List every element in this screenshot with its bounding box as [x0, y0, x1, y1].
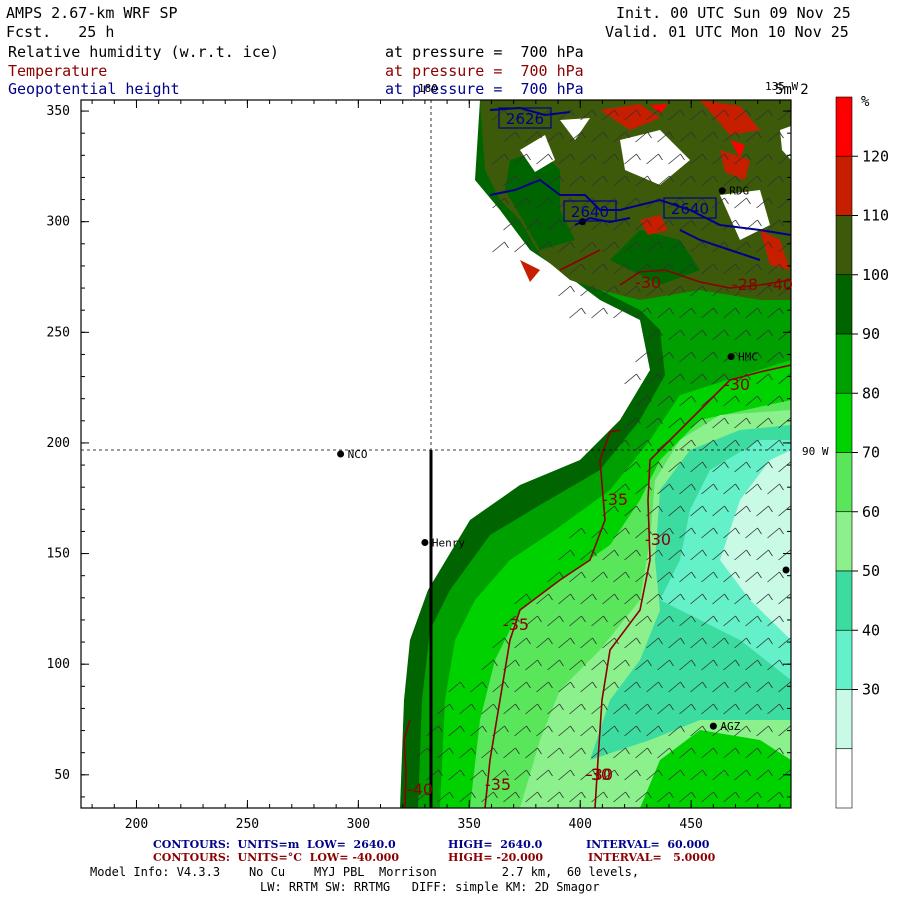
colorbar-segment [835, 511, 853, 572]
y-tick-label: 200 [47, 436, 70, 451]
colorbar-segment [835, 155, 853, 216]
x-tick-label: 400 [568, 817, 591, 832]
wind-barb [591, 307, 608, 319]
height-contour-label: 2640 [571, 203, 609, 221]
colorbar-segment [835, 215, 853, 276]
colorbar-label: 110 [862, 207, 889, 225]
height-contour-label: 2626 [506, 110, 544, 128]
colorbar-segment [835, 748, 853, 809]
colorbar-label: 60 [862, 503, 880, 521]
temperature-contour-label: -35 [485, 775, 511, 794]
wind-barb [492, 241, 509, 253]
model-info: Model Info: V4.3.3 No Cu MYJ PBL Morriso… [90, 865, 640, 879]
temperature-contour-label: -30 [587, 765, 613, 784]
colorbar-segment [835, 629, 853, 690]
station-label: NCO [348, 448, 368, 461]
height-contour-interval: INTERVAL= 60.000 [586, 838, 710, 851]
temperature-contour-label: -35 [503, 615, 529, 634]
colorbar-label: 70 [862, 444, 880, 462]
station-marker [421, 539, 429, 546]
y-tick-label: 150 [47, 547, 70, 562]
station-marker [727, 353, 735, 361]
temperature-contour-label: -40 [767, 275, 793, 294]
colorbar-segment [835, 274, 853, 335]
y-tick-label: 250 [47, 325, 70, 340]
colorbar-segment [835, 570, 853, 631]
station-label: RDG [729, 185, 749, 198]
colorbar-label: 50 [862, 562, 880, 580]
station-label: Henry [432, 537, 465, 550]
x-tick-label: 300 [347, 817, 370, 832]
temperature-contour-label: -30 [645, 530, 671, 549]
colorbar-label: 40 [862, 621, 880, 639]
colorbar-segment [835, 689, 853, 750]
humidity-colorbar: 120 110 100 90 80 70 60 50 40 30 [835, 96, 889, 809]
station-marker [709, 722, 717, 730]
station-label: HMC [738, 351, 758, 364]
meridian-180-label: 180 [418, 82, 438, 95]
wind-reference-label: 5m 2 [775, 82, 809, 98]
station-marker [337, 450, 345, 458]
y-tick-label: 350 [47, 104, 70, 119]
model-physics: LW: RRTM SW: RRTMG DIFF: simple KM: 2D S… [260, 880, 600, 894]
colorbar-unit: % [861, 94, 870, 110]
colorbar-label: 90 [862, 325, 880, 343]
wind-barb [558, 285, 575, 297]
temp-contour-interval: INTERVAL= 5.0000 [588, 851, 716, 864]
temperature-contour-label: -35 [602, 490, 628, 509]
x-tick-label: 250 [236, 817, 259, 832]
wind-barb [624, 373, 641, 385]
colorbar-label: 30 [862, 681, 880, 699]
station-marker [718, 187, 726, 195]
temperature-contour-label: -40 [407, 780, 433, 799]
y-tick-label: 50 [54, 768, 70, 783]
wind-barb [569, 307, 586, 319]
y-tick-label: 100 [47, 657, 70, 672]
colorbar-segment [835, 333, 853, 394]
station-label: AGZ [720, 720, 740, 733]
temperature-contour-label: -28 [732, 275, 758, 294]
x-tick-label: 350 [458, 817, 481, 832]
colorbar-segment [835, 392, 853, 453]
colorbar-segment [835, 452, 853, 513]
temperature-contour-label: -30 [635, 273, 661, 292]
meridian-90w-label: 90 W [802, 445, 829, 458]
colorbar-segment [835, 96, 853, 157]
colorbar-label: 100 [862, 266, 889, 284]
x-tick-label: 200 [125, 817, 148, 832]
station-marker [782, 566, 790, 574]
x-tick-label: 450 [679, 817, 702, 832]
y-tick-label: 300 [47, 215, 70, 230]
forecast-map: 200 250 300 350 400 450 350 300 250 200 150 100 50 N… [47, 80, 890, 832]
colorbar-label: 120 [862, 147, 889, 165]
temperature-contour-label: -30 [724, 375, 750, 394]
height-contour-label: 2640 [671, 200, 709, 218]
colorbar-label: 80 [862, 384, 880, 402]
